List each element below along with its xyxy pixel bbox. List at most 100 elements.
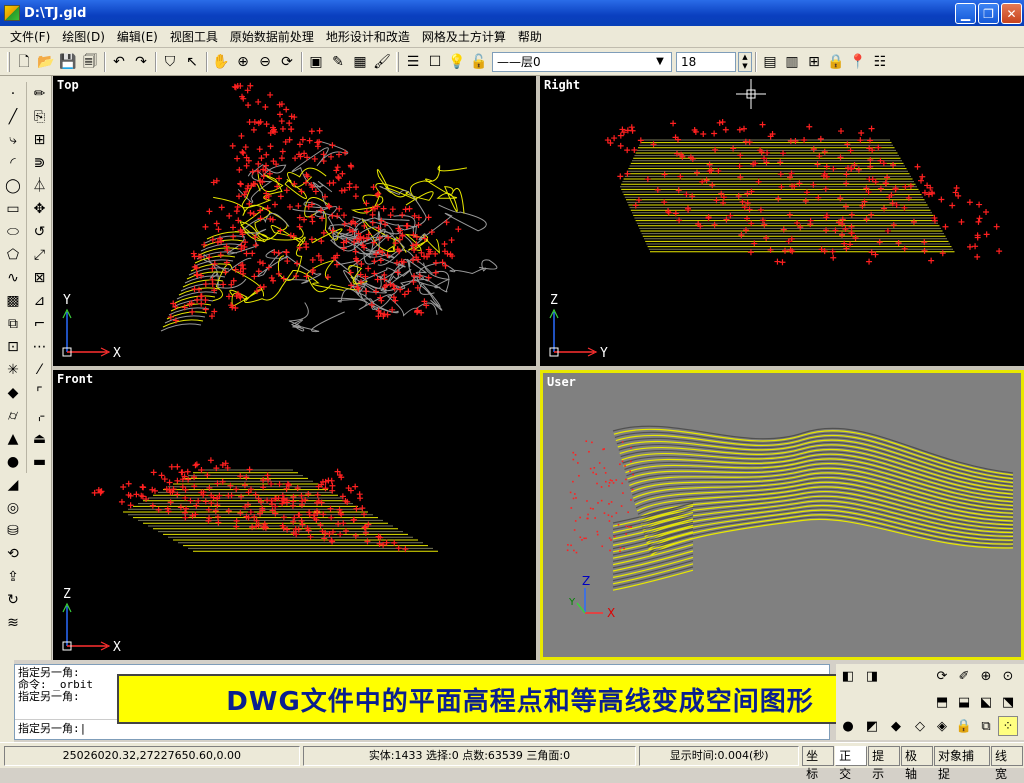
- view-right-cube-icon[interactable]: ⬔: [998, 692, 1018, 712]
- rotate-icon[interactable]: ↺: [29, 220, 51, 243]
- hatch-icon[interactable]: ▩: [2, 289, 24, 312]
- menu-file[interactable]: 文件(F): [4, 26, 56, 48]
- zoom-realtime-icon[interactable]: ⊕: [976, 666, 996, 686]
- layer-select[interactable]: —— 层0 ▼: [492, 51, 672, 72]
- minimize-button[interactable]: ▁: [955, 3, 976, 24]
- chevron-down-icon[interactable]: ▼: [653, 56, 667, 67]
- new-file-icon[interactable]: 🗋: [13, 51, 35, 73]
- orbit-tool-icon[interactable]: ⟳: [932, 666, 952, 686]
- measure-icon[interactable]: ⏏: [29, 427, 51, 450]
- save-icon[interactable]: 💾: [57, 51, 79, 73]
- menu-draw[interactable]: 绘图(D): [56, 26, 111, 48]
- revolve-icon[interactable]: ↻: [2, 588, 24, 611]
- redo-icon[interactable]: ↷: [130, 51, 152, 73]
- wedge-icon[interactable]: ◢: [2, 473, 24, 496]
- layer-manager-icon[interactable]: ▤: [759, 51, 781, 73]
- move-icon[interactable]: ✥: [29, 197, 51, 220]
- layers-icon[interactable]: ☰: [402, 51, 424, 73]
- cone-icon[interactable]: ▲: [2, 427, 24, 450]
- rectangle-icon[interactable]: ▭: [2, 197, 24, 220]
- view-se-icon[interactable]: ◇: [910, 716, 930, 736]
- menu-raw-data-preprocess[interactable]: 原始数据前处理: [224, 26, 320, 48]
- stretch-icon[interactable]: ⊠: [29, 266, 51, 289]
- break-icon[interactable]: ⋯: [29, 335, 51, 358]
- ruler-icon[interactable]: ▬: [29, 450, 51, 473]
- viewport-front[interactable]: ZX Front: [53, 370, 536, 660]
- menu-edit[interactable]: 编辑(E): [111, 26, 164, 48]
- orbit-icon[interactable]: ⟳: [276, 51, 298, 73]
- select-arrow-icon[interactable]: ↖: [181, 51, 203, 73]
- loft-icon[interactable]: ⛁: [2, 519, 24, 542]
- toolbar-grip[interactable]: [7, 51, 10, 72]
- open-folder-icon[interactable]: 📂: [35, 51, 57, 73]
- named-views-icon[interactable]: ⧉: [976, 716, 996, 736]
- view-back-cube-icon[interactable]: ⬓: [954, 692, 974, 712]
- menu-view-tools[interactable]: 视图工具: [164, 26, 224, 48]
- pan-icon[interactable]: ✋: [210, 51, 232, 73]
- snap-grid-icon[interactable]: ⁘: [998, 716, 1018, 736]
- chamfer-icon[interactable]: ⌜: [29, 381, 51, 404]
- view-front-cube-icon[interactable]: ⬒: [932, 692, 952, 712]
- spinner-icon[interactable]: ▲ ▼: [738, 51, 752, 72]
- zoom-window-icon[interactable]: ⊙: [998, 666, 1018, 686]
- command-grip[interactable]: [0, 660, 14, 742]
- toggle-polar[interactable]: 极轴: [901, 745, 934, 781]
- view-ne-icon[interactable]: ◈: [932, 716, 952, 736]
- layer-copy-icon[interactable]: ▣: [305, 51, 327, 73]
- menu-help[interactable]: 帮助: [512, 26, 548, 48]
- solid-box-icon[interactable]: ◆: [2, 381, 24, 404]
- layer-states-icon[interactable]: ▥: [781, 51, 803, 73]
- view-sw-icon[interactable]: ◆: [886, 716, 906, 736]
- array-icon[interactable]: ⊞: [29, 128, 51, 151]
- extend-icon[interactable]: ⌐: [29, 312, 51, 335]
- palette-icon[interactable]: ▦: [349, 51, 371, 73]
- toggle-osnap[interactable]: 对象捕捉: [934, 745, 990, 781]
- menu-terrain-design[interactable]: 地形设计和改造: [320, 26, 416, 48]
- rotate-3d-icon[interactable]: ⟲: [2, 542, 24, 565]
- polygon-icon[interactable]: ⬠: [2, 243, 24, 266]
- cylinder-icon[interactable]: ⌭: [2, 404, 24, 427]
- copy-icon[interactable]: ⎘: [29, 105, 51, 128]
- filter-icon[interactable]: ⛉: [159, 51, 181, 73]
- save-all-icon[interactable]: 🗐: [79, 51, 101, 73]
- layers-stack-icon[interactable]: ≋: [2, 611, 24, 634]
- viewport-right[interactable]: ZY Right: [540, 76, 1024, 366]
- render-icon[interactable]: ◧: [838, 666, 858, 686]
- undo-icon[interactable]: ↶: [108, 51, 130, 73]
- toggle-ortho[interactable]: 正交: [835, 745, 868, 781]
- mirror-icon[interactable]: ⏃: [29, 174, 51, 197]
- viewport-top[interactable]: YX Top: [53, 76, 536, 366]
- toggle-hint[interactable]: 提示: [868, 745, 901, 781]
- scale-icon[interactable]: ⤢: [29, 243, 51, 266]
- zoom-in-icon[interactable]: ⊕: [232, 51, 254, 73]
- offset-icon[interactable]: ⋑: [29, 151, 51, 174]
- extrude-icon[interactable]: ⇪: [2, 565, 24, 588]
- zoom-out-icon[interactable]: ⊖: [254, 51, 276, 73]
- lock-view-icon[interactable]: 🔒: [954, 716, 974, 736]
- lock-icon[interactable]: 🔒: [825, 51, 847, 73]
- properties-icon[interactable]: ✎: [327, 51, 349, 73]
- layer-tree-icon[interactable]: ⊞: [803, 51, 825, 73]
- number-field[interactable]: 18: [676, 51, 736, 72]
- pin-icon[interactable]: 📍: [847, 51, 869, 73]
- view-left-cube-icon[interactable]: ⬕: [976, 692, 996, 712]
- brush-icon[interactable]: 🖌: [371, 51, 393, 73]
- toggle-coords[interactable]: 坐标: [802, 745, 835, 781]
- stack-icon[interactable]: ☷: [869, 51, 891, 73]
- viewport-user[interactable]: Z X Y User: [540, 370, 1024, 660]
- menu-grid-earthwork[interactable]: 网格及土方计算: [416, 26, 512, 48]
- arc-icon[interactable]: ◜: [2, 151, 24, 174]
- explode-icon[interactable]: ✳: [2, 358, 24, 381]
- restore-button[interactable]: ❐: [978, 3, 999, 24]
- trim-icon[interactable]: ⊿: [29, 289, 51, 312]
- pencil-icon[interactable]: ✏: [29, 82, 51, 105]
- paint-icon[interactable]: ✐: [954, 666, 974, 686]
- fillet-icon[interactable]: ⌌: [29, 404, 51, 427]
- join-icon[interactable]: ⁄: [29, 358, 51, 381]
- toggle-lineweight[interactable]: 线宽: [990, 745, 1023, 781]
- torus-icon[interactable]: ◎: [2, 496, 24, 519]
- line-icon[interactable]: ╱: [2, 105, 24, 128]
- point-icon[interactable]: ·: [2, 82, 24, 105]
- lock-open-icon[interactable]: 🔓: [468, 51, 490, 73]
- lightbulb-icon[interactable]: 💡: [446, 51, 468, 73]
